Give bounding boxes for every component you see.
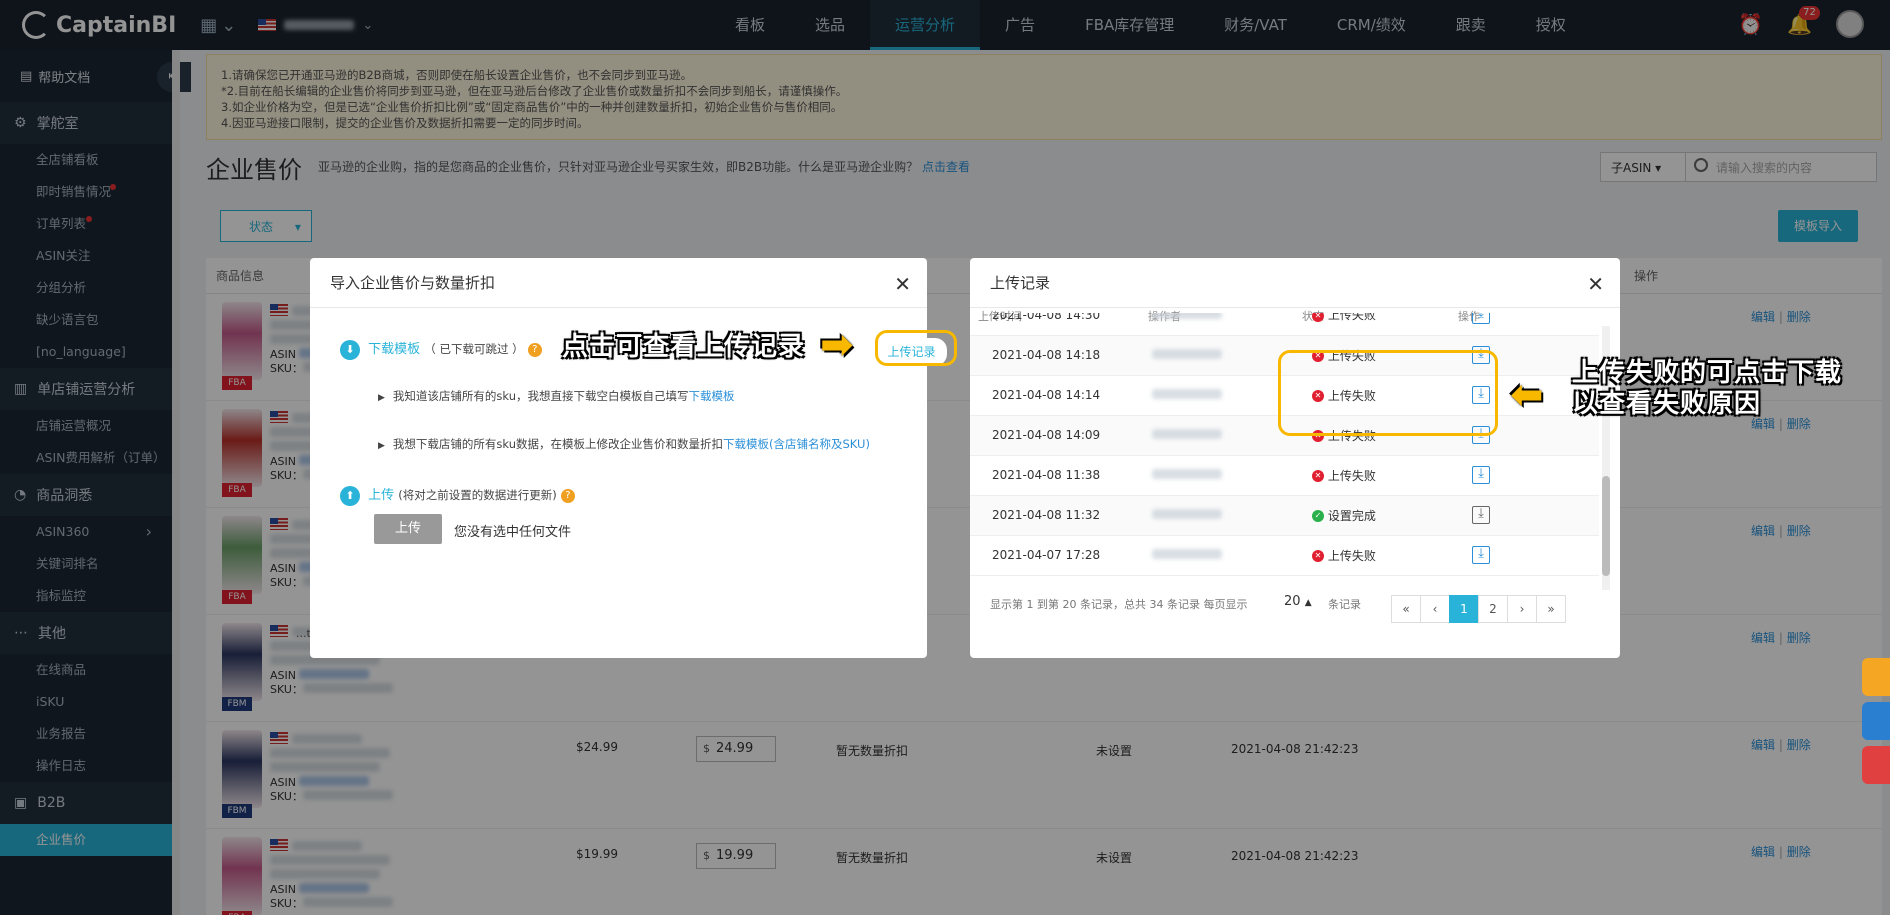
download-option-blank: ▶ 我知道该店铺所有的sku，我想直接下载空白模板自己填写下载模板 [378,389,735,403]
floating-feedback-icon[interactable] [1862,658,1890,696]
floating-gift-icon[interactable] [1862,746,1890,784]
step2-title: 上传 [368,488,395,503]
step1-note: （ 已下载可跳过 ） [424,342,524,356]
record-time: 2021-04-08 11:32 [970,495,1130,536]
record-dialog-title: 上传记录 [970,258,1620,308]
annotation-left: 点击可查看上传记录 [562,332,806,362]
record-action: ⤓ [1450,455,1599,496]
record-time: 2021-04-08 14:14 [970,375,1130,416]
step1-title: 下载模板 [368,342,421,357]
download-option-full: ▶ 我想下载店铺的所有sku数据，在模板上修改企业售价和数量折扣下载模板(含店铺名… [378,437,870,451]
record-time: 2021-04-08 11:38 [970,455,1130,496]
record-time: 2021-04-08 14:09 [970,415,1130,456]
highlight-upload-record [875,330,957,366]
page-button-5[interactable]: » [1536,595,1566,623]
operator-blurred [1152,313,1222,319]
record-row: 2021-04-08 11:32 ✓ 设置完成 ⤓ [970,495,1599,536]
caret-right-icon: ▶ [378,393,385,403]
step2-note: (将对之前设置的数据进行更新) [398,488,557,502]
page-button-3[interactable]: 2 [1478,595,1508,623]
record-operator [1130,335,1290,376]
page-size-suffix: 条记录 [1328,598,1361,611]
success-icon: ✓ [1312,510,1324,522]
import-dialog: 导入企业售价与数量折扣 ✕ ⬇ 下载模板 （ 已下载可跳过 ） ? ▶ 我知道该店… [310,258,947,658]
download-icon[interactable]: ⤓ [1472,506,1490,524]
download-template-link[interactable]: 下载模板 [689,389,735,403]
import-dialog-title: 导入企业售价与数量折扣 [310,258,927,308]
error-icon: ✕ [1312,550,1324,562]
download-icon[interactable]: ⤓ [1472,546,1490,564]
record-scrollbar-thumb[interactable] [1602,476,1610,576]
record-operator [1130,313,1290,336]
record-time: 2021-04-08 14:30 [970,313,1130,336]
page-button-4[interactable]: › [1507,595,1537,623]
caret-right-icon: ▶ [378,441,385,451]
upload-step-icon: ⬆ [340,485,360,506]
close-icon[interactable]: ✕ [1587,272,1604,296]
record-row: 2021-04-07 17:28 ✕ 上传失败 ⤓ [970,535,1599,576]
close-icon[interactable]: ✕ [894,272,911,296]
download-template-sku-link[interactable]: 下载模板(含店铺名称及SKU) [723,437,870,451]
download-icon[interactable]: ⤓ [1472,313,1490,324]
record-action: ⤓ [1450,313,1599,336]
caret-up-icon: ▲ [1304,598,1312,608]
record-status: ✕ 上传失败 [1290,455,1450,496]
annotation-right-1: 上传失败的可点击下载 [1572,358,1843,388]
help-icon[interactable]: ? [527,342,542,357]
record-status: ✕ 上传失败 [1290,535,1450,576]
upload-record-dialog: 上传记录 ✕ 上传时间 操作者 状态 操作 2021-04-08 14:30✕ … [970,258,1620,658]
step-download: ⬇ 下载模板 （ 已下载可跳过 ） ? [340,338,542,360]
pagination-info: 显示第 1 到第 20 条记录，总共 34 条记录 每页显示 [990,598,1248,611]
page-button-2[interactable]: 1 [1449,595,1479,623]
operator-blurred [1152,509,1222,519]
page-button-0[interactable]: « [1391,595,1421,623]
arrow-left-icon: ⬅ [1510,372,1544,418]
annotation-right-2: 以查看失败原因 [1572,389,1762,419]
record-time: 2021-04-08 14:18 [970,335,1130,376]
record-operator [1130,375,1290,416]
record-time: 2021-04-07 17:28 [970,535,1130,576]
step-upload: ⬆ 上传 (将对之前设置的数据进行更新) ? [340,484,575,506]
record-operator [1130,495,1290,536]
page-size-select[interactable]: 20 ▲ [1284,594,1312,609]
record-status: ✓ 设置完成 [1290,495,1450,536]
record-operator [1130,535,1290,576]
operator-blurred [1152,349,1222,359]
no-file-text: 您没有选中任何文件 [454,525,572,540]
pagination: «‹ 1 2 ›» [1391,595,1566,623]
operator-blurred [1152,389,1222,399]
operator-blurred [1152,469,1222,479]
highlight-failed-rows [1278,350,1498,436]
record-status: ✕ 上传失败 [1290,313,1450,336]
download-icon[interactable]: ⤓ [1472,466,1490,484]
download-step-icon: ⬇ [340,339,360,360]
record-action: ⤓ [1450,535,1599,576]
floating-support-icon[interactable] [1862,702,1890,740]
help-icon[interactable]: ? [560,488,575,503]
error-icon: ✕ [1312,470,1324,482]
page-button-1[interactable]: ‹ [1420,595,1450,623]
operator-blurred [1152,429,1222,439]
record-row: 2021-04-08 11:38 ✕ 上传失败 ⤓ [970,455,1599,496]
record-operator [1130,415,1290,456]
upload-button[interactable]: 上传 [374,514,442,544]
operator-blurred [1152,549,1222,559]
record-operator [1130,455,1290,496]
record-row: 2021-04-08 14:30 ✕ 上传失败 ⤓ [970,313,1599,336]
error-icon: ✕ [1312,313,1324,322]
arrow-right-icon: ➡ [820,322,854,368]
record-action: ⤓ [1450,495,1599,536]
